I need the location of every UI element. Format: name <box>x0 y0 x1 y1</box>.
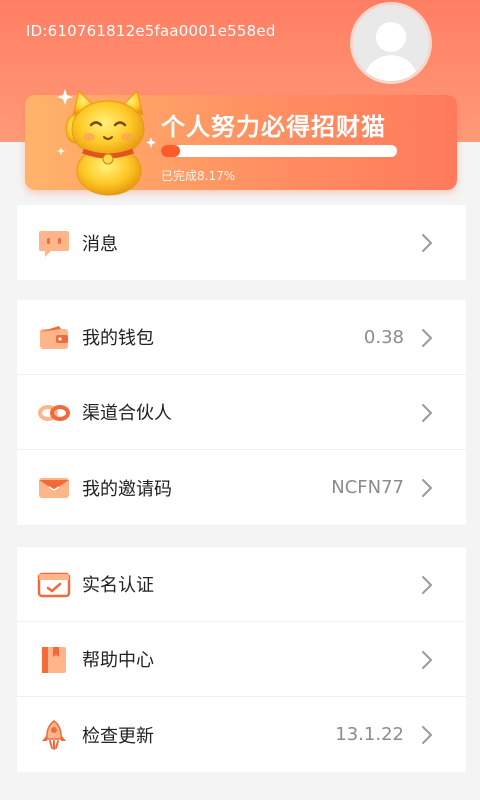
link-icon <box>38 405 70 421</box>
menu-group-settings: 实名认证 帮助中心 检查更新 13.1.22 <box>17 547 466 772</box>
task-progress-bar <box>161 145 397 157</box>
avatar[interactable] <box>350 2 432 84</box>
user-id-text: ID:610761812e5faa0001e558ed <box>26 22 276 40</box>
menu-item-label: 我的邀请码 <box>82 478 172 500</box>
menu-item-wallet[interactable]: 我的钱包 0.38 <box>17 300 466 375</box>
envelope-icon <box>39 478 69 498</box>
menu-item-messages[interactable]: 消息 <box>17 205 466 280</box>
menu-item-partner[interactable]: 渠道合伙人 <box>17 375 466 450</box>
lucky-cat-task-card[interactable]: 个人努力必得招财猫 已完成8.17% <box>25 89 457 196</box>
wallet-icon <box>40 326 68 349</box>
menu-item-help[interactable]: 帮助中心 <box>17 622 466 697</box>
menu-item-label: 检查更新 <box>82 725 154 747</box>
chevron-right-icon <box>422 234 432 252</box>
menu-item-label: 消息 <box>82 233 118 255</box>
menu-group-account: 我的钱包 0.38 渠道合伙人 我的邀请码 NCFN77 <box>17 300 466 525</box>
task-title: 个人努力必得招财猫 <box>161 113 386 141</box>
menu-group-messages: 消息 <box>17 205 466 280</box>
menu-item-label: 渠道合伙人 <box>82 403 172 424</box>
lucky-cat-icon <box>57 89 156 196</box>
rocket-icon <box>42 720 66 750</box>
chevron-right-icon <box>422 404 432 422</box>
chevron-right-icon <box>422 651 432 669</box>
menu-item-label: 我的钱包 <box>82 328 154 349</box>
menu-item-update[interactable]: 检查更新 13.1.22 <box>17 697 466 772</box>
chevron-right-icon <box>422 726 432 744</box>
menu-item-label: 实名认证 <box>82 575 154 596</box>
task-progress-fill <box>161 145 181 157</box>
menu-item-invite[interactable]: 我的邀请码 NCFN77 <box>17 450 466 525</box>
menu-item-label: 帮助中心 <box>82 650 154 671</box>
menu-item-value: 0.38 <box>363 326 404 348</box>
chevron-right-icon <box>422 576 432 594</box>
id-card-icon <box>37 572 71 598</box>
book-icon <box>42 647 66 673</box>
chat-bubble-icon <box>39 231 69 257</box>
avatar-placeholder-icon <box>363 22 419 81</box>
task-progress-label: 已完成8.17% <box>161 169 236 183</box>
menu-item-value: NCFN77 <box>331 477 404 498</box>
menu-item-verify[interactable]: 实名认证 <box>17 547 466 622</box>
chevron-right-icon <box>422 479 432 497</box>
menu-item-value: 13.1.22 <box>335 724 404 745</box>
chevron-right-icon <box>422 329 432 347</box>
